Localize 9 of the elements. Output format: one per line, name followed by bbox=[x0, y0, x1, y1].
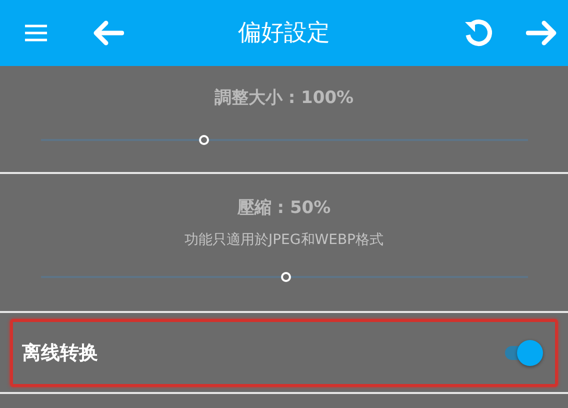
slider[interactable] bbox=[40, 134, 528, 146]
setting-title: 調整大小 : 100% bbox=[214, 88, 354, 108]
slider-thumb[interactable] bbox=[281, 272, 292, 282]
screen-title: 偏好設定 bbox=[238, 20, 330, 46]
setting-description: 功能只適用於JPEG和WEBP格式 bbox=[184, 232, 384, 248]
slider-thumb[interactable] bbox=[198, 134, 209, 144]
slider[interactable] bbox=[40, 270, 528, 282]
setting-title: 壓縮 : 50% bbox=[237, 198, 331, 218]
setting-label: 离线转换 bbox=[22, 340, 98, 366]
